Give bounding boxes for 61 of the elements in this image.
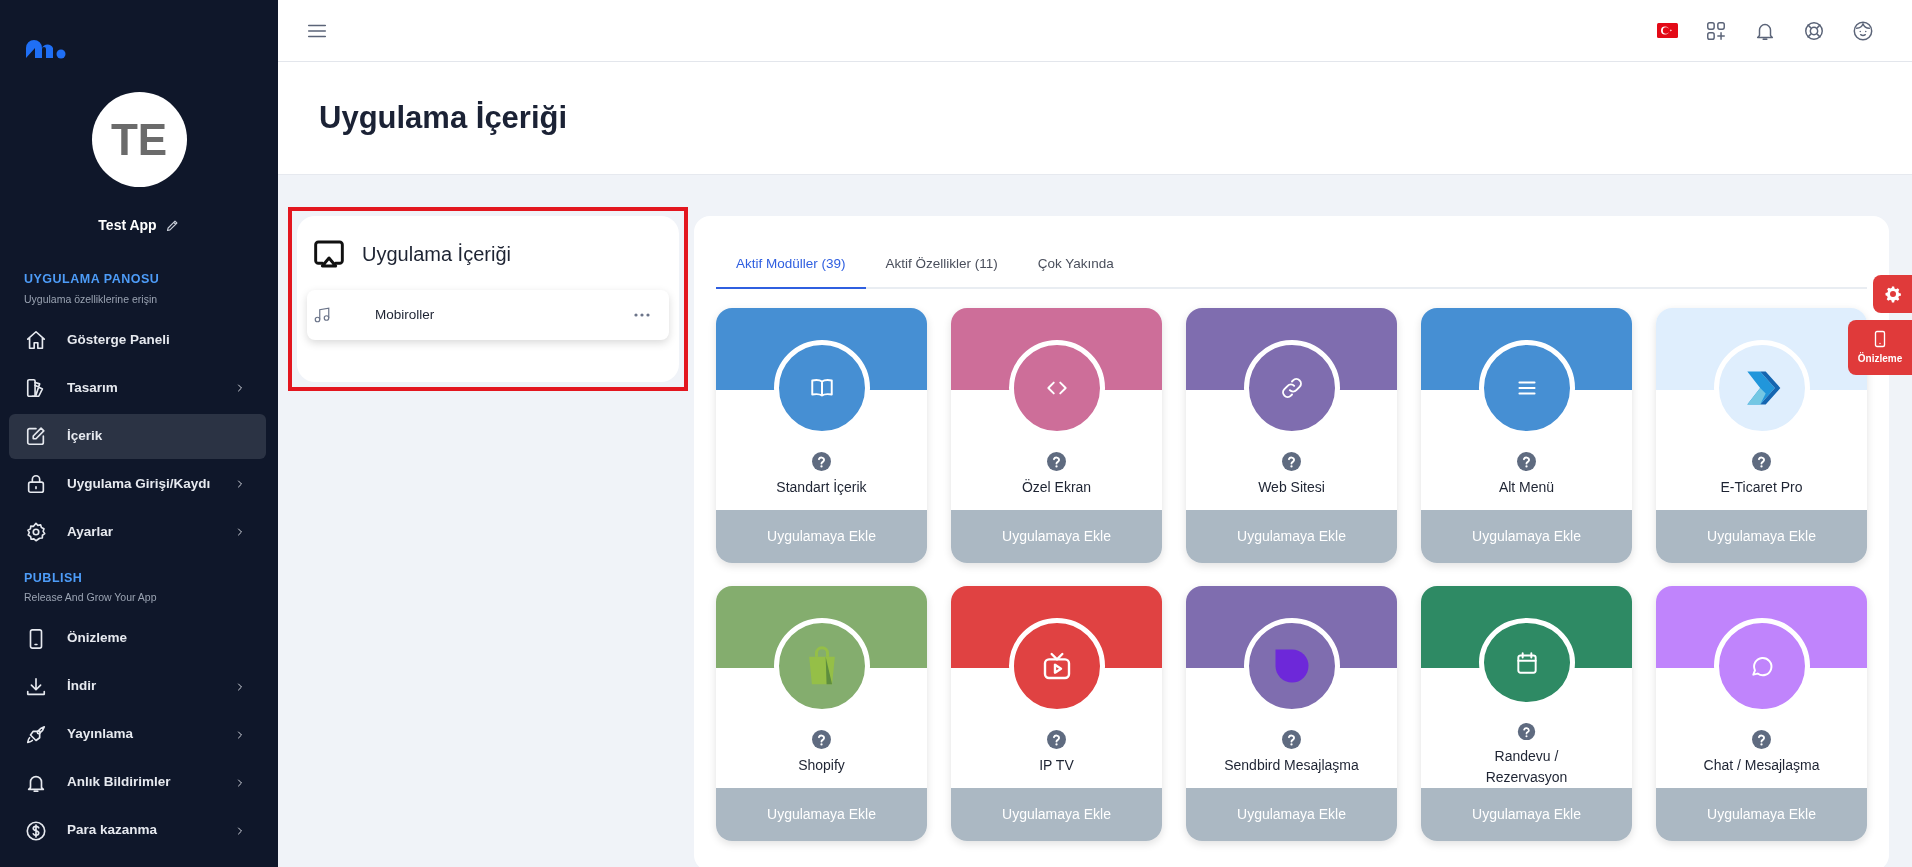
content-row[interactable]: Mobiroller [307,290,669,340]
settings-icon [25,521,47,543]
help-icon[interactable] [1282,452,1301,472]
dollar-icon [25,819,47,842]
help-icon[interactable] [812,452,831,472]
module-name: Randevu / Rezervasyon [1484,747,1569,788]
help-icon[interactable] [1752,452,1771,472]
card-title: Uygulama İçeriği [362,242,511,267]
flag-icon[interactable] [1657,23,1678,38]
help-icon[interactable] [1752,730,1771,750]
preview-button[interactable]: Önizleme [1848,320,1912,375]
music-note-icon [313,306,331,324]
section-heading: PUBLISH [23,569,84,587]
settings-icon [1883,285,1902,303]
tab[interactable]: Aktif Özellikler (11) [865,244,1018,290]
tab[interactable]: Çok Yakında [1017,244,1134,290]
sidebar-item[interactable]: İçerik [9,413,266,459]
module-name: Alt Menü [1498,478,1555,498]
help-icon[interactable] [1282,730,1301,750]
sidebar-item[interactable]: Uygulama Girişi/Kaydı [9,461,266,507]
avatar-icon[interactable] [1852,19,1874,42]
module-name: Shopify [798,756,845,776]
module-name: IP TV [1039,756,1074,776]
more-icon[interactable] [633,312,651,318]
app-avatar: TE [91,92,187,187]
item-title: Mobiroller [375,305,435,324]
rocket-icon [25,723,47,746]
module-name: Sendbird Mesajlaşma [1224,756,1359,776]
section-heading: UYGULAMA PANOSU [23,271,161,288]
app-name: Test App [98,216,157,235]
help-icon[interactable] [1047,730,1066,750]
lock-icon [25,473,47,495]
download-icon [25,675,47,698]
sidebar-item[interactable]: Önizleme [9,616,266,661]
help-icon[interactable] [1517,722,1536,741]
edit-icon [25,425,47,447]
sidebar-item[interactable]: Para kazanma [9,808,266,853]
module-name: E-Ticaret Pro [1720,478,1803,498]
sidebar-item[interactable]: Ayarlar [9,509,266,555]
section-subtitle: Uygulama özelliklerine erişin [23,291,159,307]
help-icon[interactable] [1047,452,1066,472]
sidebar-item[interactable]: Tasarım [9,365,266,411]
module-name: Chat / Mesajlaşma [1703,756,1820,776]
tab[interactable]: Aktif Modüller (39) [716,244,866,290]
sidebar-item[interactable]: Gösterge Paneli [9,317,266,363]
section-subtitle: Release And Grow Your App [23,590,158,606]
home-icon [25,329,47,351]
help-icon[interactable] [1517,452,1536,472]
module-name: Özel Ekran [1021,478,1092,498]
settings-button[interactable] [1873,275,1912,313]
support-icon[interactable] [1803,19,1825,42]
sidebar-item[interactable]: Yayınlama [9,712,266,757]
apps-add-icon[interactable] [1705,19,1727,42]
page-title: Uygulama İçeriği [319,99,568,137]
sidebar-item[interactable]: İndir [9,664,266,709]
pencil-icon[interactable] [164,218,180,233]
help-icon[interactable] [812,730,831,750]
module-name: Standart İçerik [776,478,867,498]
sidebar-item[interactable]: Anlık Bildirimler [9,760,266,805]
screen-cast-icon [312,238,346,270]
module-name: Web Sitesi [1258,478,1325,498]
